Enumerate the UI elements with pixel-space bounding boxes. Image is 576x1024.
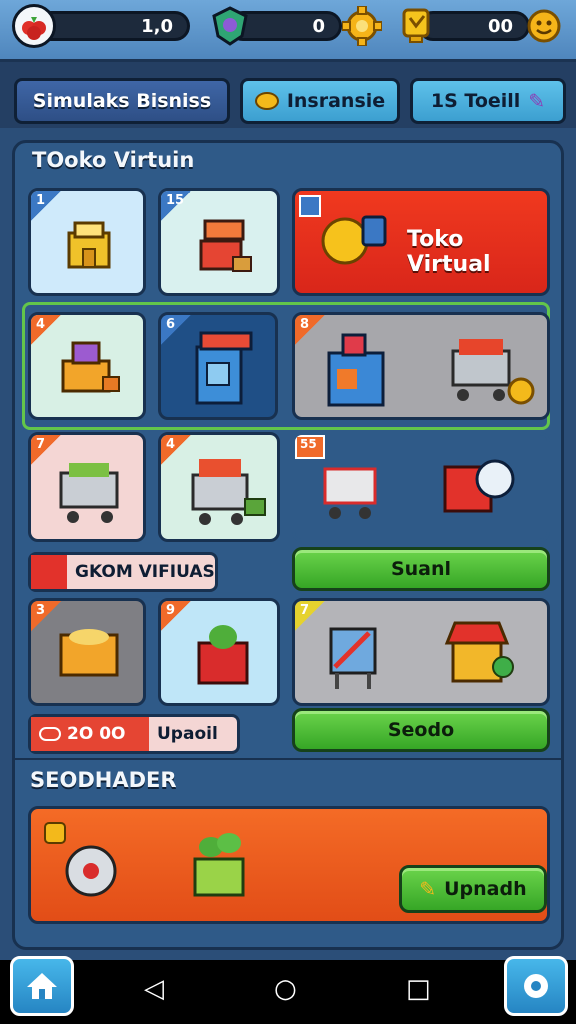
promo-text: GKOM VIFIUAS — [75, 562, 215, 582]
market-stall-icon — [191, 213, 257, 287]
display-stand-icon — [325, 611, 385, 703]
action-button-1[interactable]: Suanl — [292, 547, 550, 591]
store-card-1[interactable]: 1 — [28, 188, 146, 296]
price-label: 2O 0O Upaoil — [28, 714, 240, 754]
upgrade-button-label: Upnadh — [444, 878, 527, 900]
action-button-1-label: Suanl — [390, 558, 452, 580]
store-card-5[interactable]: 8 — [292, 312, 550, 420]
store-card-9[interactable]: 3 — [28, 598, 146, 706]
promo-label: GKOM VIFIUAS — [28, 552, 218, 592]
gear-icon — [41, 819, 131, 917]
coin-icon — [39, 727, 61, 741]
panel-title: TOoko Virtuin — [32, 148, 195, 172]
energy-value: 00 — [487, 15, 513, 37]
upgrade-button[interactable]: ✎ Upnadh — [399, 865, 547, 913]
berry-icon — [12, 4, 56, 48]
building-icon — [61, 217, 117, 281]
lightbulb-icon — [319, 211, 391, 283]
divider — [14, 758, 562, 760]
pencil-icon: ✎ — [419, 877, 437, 901]
price-bg: 2O 0O — [31, 717, 149, 751]
tab-business-sim-label: Simulaks Bisniss — [32, 90, 212, 112]
action-button-2[interactable]: Seodo — [292, 708, 550, 752]
kiosk-shop-icon — [443, 617, 519, 697]
gear-add-icon[interactable] — [340, 4, 384, 48]
settings-icon[interactable] — [504, 956, 568, 1016]
vending-store-icon — [187, 327, 257, 415]
shopping-cart-icon — [315, 447, 385, 535]
tab-tools[interactable]: 1S Toeill ✎ — [410, 78, 566, 124]
wrench-icon: ✎ — [528, 89, 546, 113]
card-number: 15 — [161, 191, 191, 221]
star-add-icon[interactable] — [522, 4, 566, 48]
card-number: 9 — [161, 601, 191, 631]
produce-crate-icon — [191, 617, 257, 699]
home-icon[interactable] — [10, 956, 74, 1016]
upgrade-banner: ✎ Upnadh — [28, 806, 550, 924]
price-text: 2O 0O — [67, 724, 126, 744]
basket-icon — [53, 617, 127, 701]
store-card-2[interactable]: 15 — [158, 188, 280, 296]
shopping-cart-icon — [51, 449, 129, 537]
card-number: 8 — [295, 315, 325, 345]
featured-title: Toko Virtual — [407, 227, 491, 277]
upgrade-text: Upaoil — [157, 724, 218, 744]
shop-building-icon — [323, 329, 387, 417]
tab-business-sim[interactable]: Simulaks Bisniss — [14, 78, 230, 124]
store-card-8[interactable]: 55 — [292, 432, 550, 542]
gift-box-icon — [439, 449, 519, 527]
coins-value: 1,0 — [141, 15, 173, 37]
shield-gem-icon — [208, 4, 252, 48]
toy-shop-icon — [53, 331, 125, 411]
store-card-6[interactable]: 7 — [28, 432, 146, 542]
card-number: 7 — [295, 601, 325, 631]
store-card-7[interactable]: 4 — [158, 432, 280, 542]
back-icon[interactable]: ◁ — [144, 974, 164, 1004]
grid-icon — [299, 195, 321, 217]
action-button-2-label: Seodo — [387, 719, 455, 741]
coins-counter: 1,0 — [36, 11, 190, 41]
store-card-4[interactable]: 6 — [158, 312, 278, 420]
featured-store-card[interactable]: Toko Virtual — [292, 188, 550, 296]
tab-tools-label: 1S Toeill — [430, 90, 521, 112]
shopping-cart-icon — [437, 329, 537, 417]
section-title: SEODHADER — [30, 768, 177, 792]
coin-stack-icon — [254, 92, 279, 110]
store-card-3[interactable]: 4 — [28, 312, 146, 420]
card-number: 1 — [31, 191, 61, 221]
tag-icon — [31, 555, 67, 589]
store-card-10[interactable]: 9 — [158, 598, 280, 706]
trophy-icon — [394, 4, 438, 48]
gems-value: 0 — [312, 15, 325, 37]
tab-insurance-label: Insransie — [286, 90, 386, 112]
recents-icon[interactable]: □ — [406, 974, 431, 1004]
plant-box-icon — [187, 825, 253, 909]
tab-insurance[interactable]: Insransie — [240, 78, 400, 124]
grocery-cart-icon — [183, 449, 269, 537]
store-card-11[interactable]: 7 — [292, 598, 550, 706]
home-circle-icon[interactable]: ○ — [274, 974, 297, 1004]
